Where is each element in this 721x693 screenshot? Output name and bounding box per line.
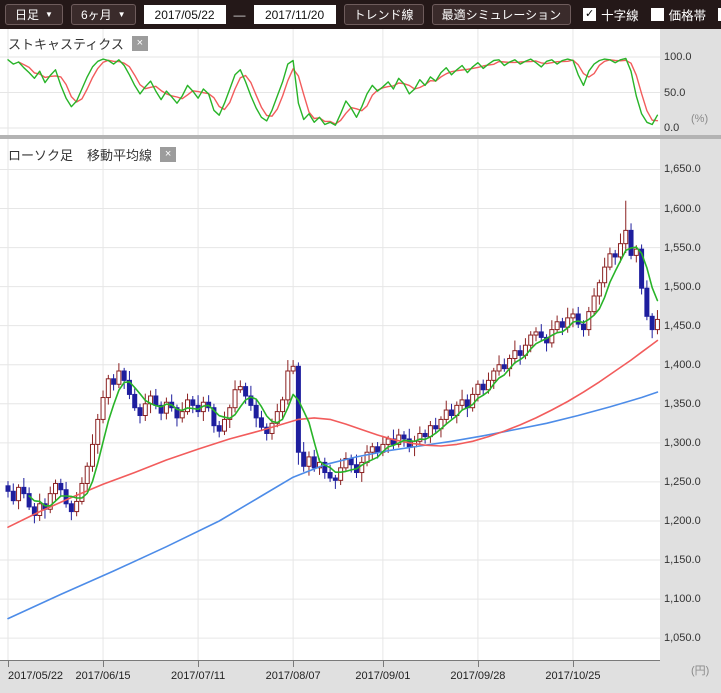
x-axis-label: 2017/05/22 bbox=[8, 670, 63, 682]
stoch-axis-label: 0.0 bbox=[664, 121, 679, 135]
x-axis-label: 2017/07/11 bbox=[171, 670, 225, 682]
date-range-dash: — bbox=[234, 8, 246, 22]
chevron-down-icon: ▼ bbox=[45, 11, 53, 19]
price-axis-label: 1,100.0 bbox=[664, 592, 701, 606]
x-axis-tick bbox=[103, 661, 104, 667]
price-band-checkbox-label: 価格帯 bbox=[669, 5, 707, 24]
price-y-axis: (円) 1,650.0 1,600.0 1,550.0 1,500.0 1,450.0 1… bbox=[660, 139, 721, 693]
range-dropdown-label: 6ヶ月 bbox=[81, 6, 112, 23]
price-axis-label: 1,250.0 bbox=[664, 475, 701, 489]
date-from-input[interactable] bbox=[144, 5, 226, 24]
stochastics-title: ストキャスティクス bbox=[8, 34, 124, 53]
x-axis-tick bbox=[478, 661, 479, 667]
trendline-button-label: トレンド線 bbox=[354, 6, 414, 23]
candlestick-close-icon[interactable]: × bbox=[160, 147, 176, 162]
optimal-simulation-button-label: 最適シミュレーション bbox=[442, 6, 562, 23]
price-axis-label: 1,600.0 bbox=[664, 202, 701, 216]
price-axis-label: 1,300.0 bbox=[664, 436, 701, 450]
price-axis-label: 1,350.0 bbox=[664, 397, 701, 411]
date-to-input[interactable] bbox=[254, 5, 336, 24]
range-dropdown[interactable]: 6ヶ月 ▼ bbox=[71, 4, 136, 25]
interval-dropdown[interactable]: 日足 ▼ bbox=[5, 4, 63, 25]
x-axis-label: 2017/10/25 bbox=[545, 670, 600, 682]
x-axis-tick bbox=[383, 661, 384, 667]
price-band-checkbox-box[interactable] bbox=[651, 8, 664, 21]
interval-dropdown-label: 日足 bbox=[15, 6, 39, 23]
chevron-down-icon: ▼ bbox=[118, 11, 126, 19]
stoch-axis-label: 50.0 bbox=[664, 86, 685, 100]
stochastics-close-icon[interactable]: × bbox=[132, 36, 148, 51]
price-axis-label: 1,150.0 bbox=[664, 553, 701, 567]
chart-app-window: 日足 ▼ 6ヶ月 ▼ — トレンド線 最適シミュレーション ✓ 十字線 価格帯 … bbox=[0, 0, 721, 693]
optimal-simulation-button[interactable]: 最適シミュレーション bbox=[432, 4, 572, 25]
moving-average-title: 移動平均線 bbox=[87, 145, 152, 164]
price-axis-label: 1,500.0 bbox=[664, 280, 701, 294]
x-axis-tick bbox=[8, 661, 9, 667]
crosshair-checkbox[interactable]: ✓ 十字線 bbox=[583, 5, 639, 24]
x-axis-tick bbox=[573, 661, 574, 667]
price-axis-label: 1,400.0 bbox=[664, 358, 701, 372]
stochastics-y-axis: (%) 100.0 50.0 0.0 bbox=[660, 29, 721, 135]
stochastics-unit-label: (%) bbox=[691, 113, 708, 125]
price-axis-label: 1,550.0 bbox=[664, 241, 701, 255]
price-axis-label: 1,050.0 bbox=[664, 631, 701, 645]
crosshair-checkbox-box[interactable]: ✓ bbox=[583, 8, 596, 21]
x-axis-label: 2017/09/01 bbox=[355, 670, 410, 682]
crosshair-checkbox-label: 十字線 bbox=[601, 5, 639, 24]
x-axis-label: 2017/06/15 bbox=[76, 670, 131, 682]
price-axis-label: 1,650.0 bbox=[664, 162, 701, 176]
price-band-checkbox[interactable]: 価格帯 bbox=[651, 5, 707, 24]
price-axis-label: 1,200.0 bbox=[664, 514, 701, 528]
trendline-button[interactable]: トレンド線 bbox=[344, 4, 424, 25]
candlestick-title: ローソク足 bbox=[8, 145, 73, 164]
candlestick-chart[interactable] bbox=[0, 139, 660, 660]
price-axis-label: 1,450.0 bbox=[664, 319, 701, 333]
x-axis-label: 2017/09/28 bbox=[450, 670, 505, 682]
stochastics-panel-header: ストキャスティクス × bbox=[8, 34, 148, 53]
x-axis-tick bbox=[293, 661, 294, 667]
date-x-axis: 2017/05/22 2017/06/15 2017/07/11 2017/08/07… bbox=[0, 660, 660, 693]
toolbar: 日足 ▼ 6ヶ月 ▼ — トレンド線 最適シミュレーション ✓ 十字線 価格帯 … bbox=[0, 0, 721, 29]
candlestick-panel-header: ローソク足 移動平均線 × bbox=[8, 145, 176, 164]
stoch-axis-label: 100.0 bbox=[664, 50, 692, 64]
price-unit-label: (円) bbox=[691, 662, 709, 678]
x-axis-tick bbox=[198, 661, 199, 667]
x-axis-label: 2017/08/07 bbox=[266, 670, 321, 682]
